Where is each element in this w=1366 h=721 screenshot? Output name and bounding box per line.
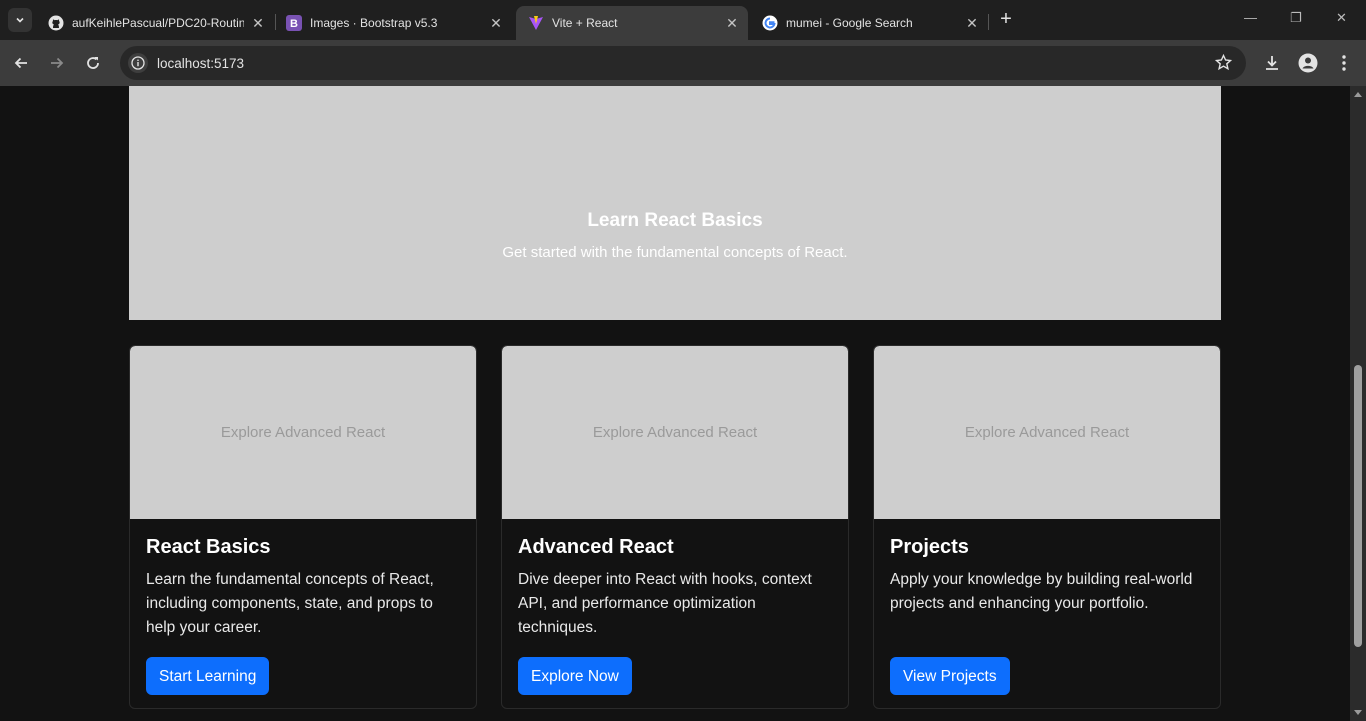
scroll-thumb[interactable] [1354,365,1362,647]
url-text[interactable]: localhost:5173 [157,56,244,71]
tab-search-button[interactable] [8,8,32,32]
tab-google[interactable]: mumei - Google Search ✕ [750,6,988,40]
card-text: Learn the fundamental concepts of React,… [146,571,434,636]
view-projects-button[interactable]: View Projects [890,657,1010,695]
arrow-right-icon [51,57,64,69]
minimize-icon[interactable]: — [1244,10,1257,25]
close-icon[interactable]: ✕ [964,15,980,31]
tab-title: aufKeihlePascual/PDC20-Routin [72,16,244,30]
forward-button[interactable] [46,52,68,74]
card-image-placeholder: Explore Advanced React [130,346,476,519]
card-image-placeholder: Explore Advanced React [874,346,1220,519]
svg-text:B: B [290,18,298,30]
tab-strip: aufKeihlePascual/PDC20-Routin ✕ B Images… [0,0,1366,40]
card-body: Advanced React Dive deeper into React wi… [502,519,848,695]
close-window-icon[interactable]: ✕ [1336,10,1347,26]
course-card-react-basics: Explore Advanced React React Basics Lear… [129,345,477,709]
explore-now-button[interactable]: Explore Now [518,657,632,695]
start-learning-button[interactable]: Start Learning [146,657,270,695]
course-card-advanced-react: Explore Advanced React Advanced React Di… [501,345,849,709]
card-text: Dive deeper into React with hooks, conte… [518,571,812,636]
reload-icon [87,57,99,69]
address-bar[interactable]: localhost:5173 [120,46,1246,80]
scroll-down-arrow-icon[interactable] [1354,710,1362,715]
tab-vite-react[interactable]: Vite + React ✕ [516,6,748,40]
card-title: React Basics [146,536,271,558]
back-button[interactable] [10,52,32,74]
hero-title: Learn React Basics [587,210,763,231]
tab-separator [988,14,989,30]
tab-title: Images · Bootstrap v5.3 [310,16,438,30]
card-body: React Basics Learn the fundamental conce… [130,519,476,695]
tab-title: mumei - Google Search [786,16,913,30]
hero-banner: Learn React Basics Get started with the … [129,86,1221,320]
new-tab-button[interactable]: + [996,9,1016,30]
course-card-projects: Explore Advanced React Projects Apply yo… [873,345,1221,709]
bookmark-star-icon[interactable] [1214,53,1233,76]
google-icon [762,15,778,31]
github-icon [48,15,64,31]
hero-subtitle: Get started with the fundamental concept… [502,244,848,261]
card-body: Projects Apply your knowledge by buildin… [874,519,1220,695]
download-icon[interactable] [1261,52,1283,74]
close-icon[interactable]: ✕ [724,15,740,31]
tab-bootstrap[interactable]: B Images · Bootstrap v5.3 ✕ [274,6,512,40]
close-icon[interactable]: ✕ [488,15,504,31]
profile-avatar-icon[interactable] [1297,52,1319,74]
reload-button[interactable] [82,52,104,74]
restore-icon[interactable]: ❐ [1290,10,1302,26]
card-title: Projects [890,536,969,558]
bootstrap-icon: B [286,15,302,31]
scroll-up-arrow-icon[interactable] [1354,92,1362,97]
card-image-placeholder: Explore Advanced React [502,346,848,519]
tab-github[interactable]: aufKeihlePascual/PDC20-Routin ✕ [36,6,274,40]
card-text: Apply your knowledge by building real-wo… [890,571,1193,612]
chevron-down-icon [16,17,24,23]
page-viewport: Learn React Basics Get started with the … [0,86,1350,721]
arrow-left-icon [14,57,27,69]
browser-toolbar: localhost:5173 [0,40,1366,86]
tab-title: Vite + React [552,16,618,30]
vite-icon [528,15,544,31]
page-scrollbar[interactable] [1350,86,1366,721]
menu-kebab-icon[interactable] [1333,52,1355,74]
site-info-icon[interactable] [128,53,148,73]
card-title: Advanced React [518,536,674,558]
close-icon[interactable]: ✕ [250,15,266,31]
